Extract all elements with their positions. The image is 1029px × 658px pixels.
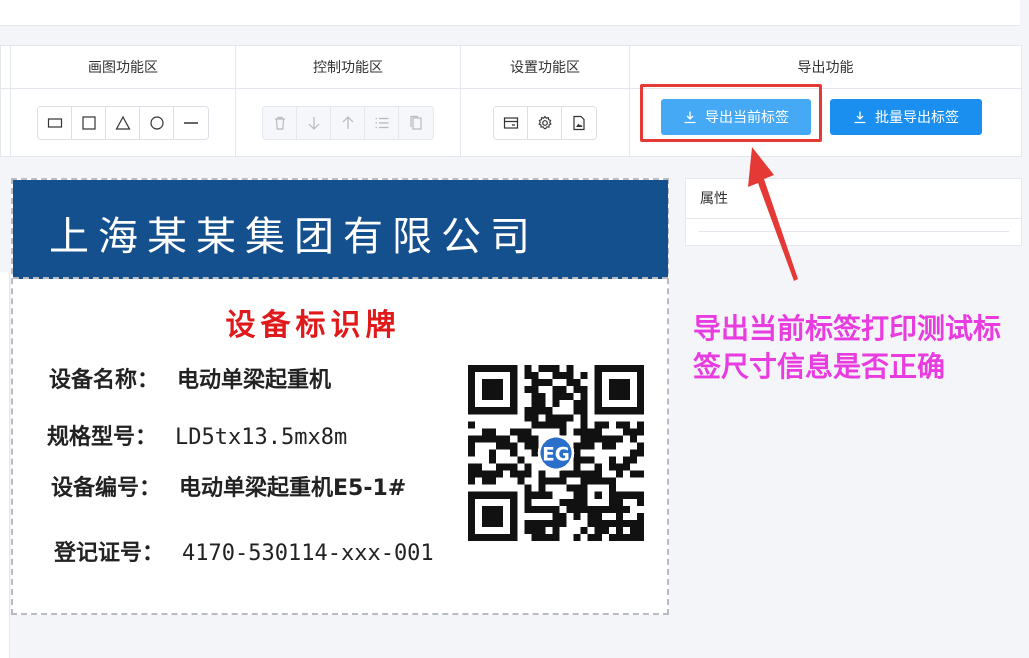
download-icon — [684, 111, 696, 124]
copy-button[interactable] — [399, 106, 433, 139]
control-section: 控制功能区 — [236, 46, 461, 156]
export-batch-label: 批量导出标签 — [875, 109, 959, 125]
triangle-icon — [114, 115, 131, 130]
toolbar-section-edge — [1, 46, 11, 156]
arrow-up-icon — [342, 115, 353, 129]
circle-icon — [149, 115, 164, 130]
label-header[interactable]: 上海某某集团有限公司 — [13, 180, 668, 279]
settings-button[interactable] — [528, 106, 562, 139]
draw-circle-button[interactable] — [140, 106, 174, 139]
list-icon — [375, 117, 388, 128]
trash-icon — [274, 116, 285, 130]
control-section-title: 控制功能区 — [236, 46, 460, 89]
qr-logo-text: EG — [542, 445, 570, 466]
field-registration-number[interactable]: 登记证号： 4170-530114-xxx-001 — [54, 535, 434, 567]
rectangle-icon — [47, 117, 62, 128]
settings-tool-group — [493, 105, 597, 140]
field-model[interactable]: 规格型号： LD5tx13.5mx8m — [47, 419, 347, 451]
copy-icon — [410, 115, 422, 130]
top-bar — [0, 0, 1020, 26]
field-device-number[interactable]: 设备编号： 电动单梁起重机E5-1# — [51, 470, 406, 502]
draw-triangle-button[interactable] — [106, 106, 140, 139]
draw-line-button[interactable] — [174, 106, 208, 139]
left-panel-edge — [0, 272, 10, 658]
label-canvas[interactable]: 上海某某集团有限公司 设备标识牌 设备名称： 电动单梁起重机 规格型号： LD5tx… — [11, 178, 669, 615]
square-icon — [81, 115, 96, 130]
settings-section: 设置功能区 — [461, 46, 630, 156]
label-size-button[interactable] — [494, 106, 528, 139]
annotation-arrow-icon — [748, 147, 798, 281]
export-current-label: 导出当前标签 — [705, 109, 789, 125]
field-device-name[interactable]: 设备名称： 电动单梁起重机 — [49, 362, 331, 394]
export-batch-button[interactable]: 批量导出标签 — [830, 99, 982, 135]
download-icon — [854, 111, 866, 124]
move-up-button[interactable] — [331, 106, 365, 139]
gear-icon — [537, 115, 552, 129]
toolbar: 画图功能区 控制功能区 设置功能区 导出功能 导出当前标签 批量导出标签 — [0, 45, 1022, 157]
move-down-button[interactable] — [297, 106, 331, 139]
list-button[interactable] — [365, 106, 399, 139]
export-section-title: 导出功能 — [630, 46, 1021, 89]
line-icon — [184, 121, 198, 124]
export-section: 导出功能 导出当前标签 批量导出标签 — [630, 46, 1021, 156]
properties-title: 属性 — [686, 179, 1021, 219]
draw-section-title: 画图功能区 — [11, 46, 235, 89]
qr-code[interactable]: EG — [468, 365, 644, 541]
draw-square-button[interactable] — [72, 106, 106, 139]
image-file-icon — [573, 115, 585, 130]
annotation-text: 导出当前标签打印测试标签尺寸信息是否正确 — [693, 312, 1002, 383]
arrow-down-icon — [308, 116, 319, 130]
properties-panel: 属性 — [685, 178, 1022, 246]
draw-tool-group — [37, 105, 209, 140]
delete-button[interactable] — [263, 106, 297, 139]
export-current-button[interactable]: 导出当前标签 — [661, 99, 811, 135]
background-image-button[interactable] — [562, 106, 596, 139]
label-title[interactable]: 设备标识牌 — [13, 300, 613, 344]
draw-rect-button[interactable] — [38, 106, 72, 139]
company-name[interactable]: 上海某某集团有限公司 — [49, 204, 539, 262]
settings-section-title: 设置功能区 — [461, 46, 629, 89]
card-icon — [503, 116, 518, 129]
control-tool-group — [262, 105, 434, 140]
draw-section: 画图功能区 — [11, 46, 236, 156]
